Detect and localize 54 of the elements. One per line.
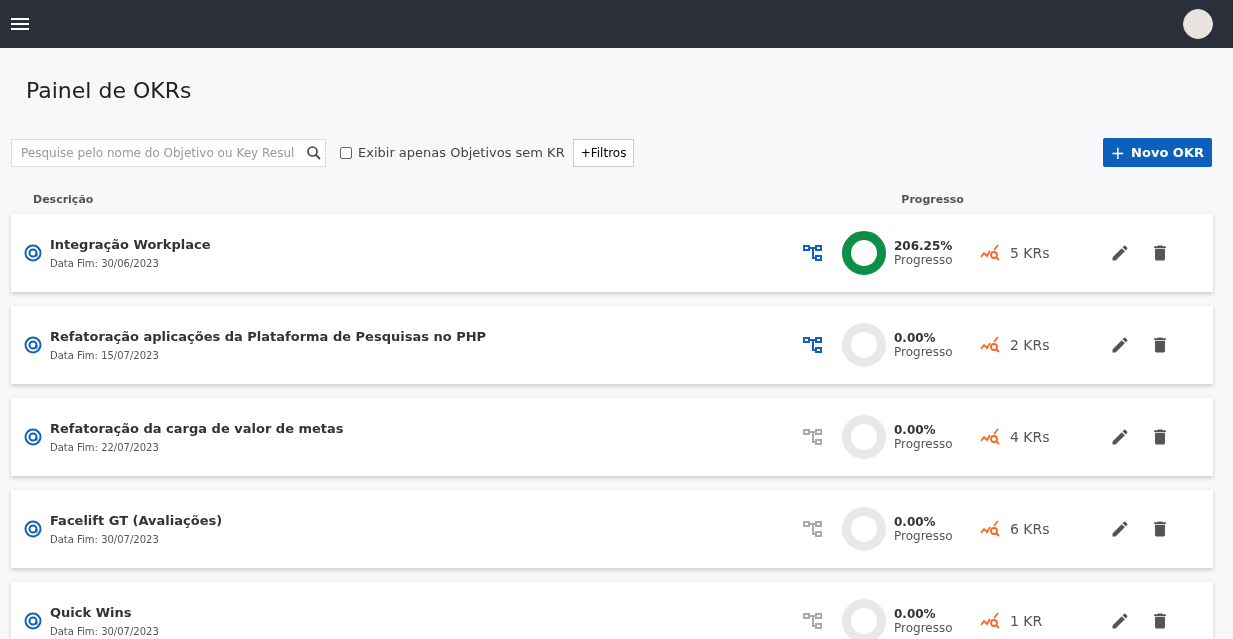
search-icon[interactable] — [305, 143, 323, 162]
hierarchy-icon[interactable] — [803, 243, 823, 263]
column-header: Progresso — [901, 193, 964, 206]
filters-button[interactable]: +Filtros — [572, 138, 635, 167]
chart-search-icon[interactable] — [980, 244, 1002, 262]
progress-label: Progresso — [894, 436, 954, 451]
kr-count[interactable]: 1 KR — [1010, 613, 1100, 629]
progress-label: Progresso — [894, 252, 954, 267]
okr-title[interactable]: Facelift GT (Avaliações) — [50, 513, 770, 528]
progress-value: 0.00% — [894, 515, 937, 529]
progress-label: Progresso — [894, 620, 954, 635]
target-icon — [24, 244, 42, 262]
end-date: Data Fim: 30/07/2023 — [50, 534, 160, 545]
kr-count[interactable]: 4 KRs — [1010, 429, 1100, 445]
edit-icon[interactable] — [1110, 243, 1130, 263]
checkbox[interactable] — [340, 146, 352, 159]
okr-title[interactable]: Integração Workplace — [50, 237, 770, 252]
new-okr-button[interactable]: + Novo OKR — [1102, 138, 1212, 167]
chart-search-icon[interactable] — [980, 612, 1002, 630]
edit-icon[interactable] — [1110, 335, 1130, 355]
page-title: Painel de OKRs — [25, 77, 193, 105]
edit-icon[interactable] — [1110, 519, 1130, 539]
end-date: Data Fim: 30/06/2023 — [50, 258, 160, 269]
kr-count[interactable]: 6 KRs — [1010, 521, 1100, 537]
target-icon — [24, 520, 42, 538]
okr-title[interactable]: Refatoração aplicações da Plataforma de Pesquisas no PHP — [50, 329, 770, 344]
edit-icon[interactable] — [1110, 611, 1130, 631]
target-icon — [24, 336, 42, 354]
chart-search-icon[interactable] — [980, 520, 1002, 538]
hierarchy-icon[interactable] — [803, 335, 823, 355]
chart-search-icon[interactable] — [980, 428, 1002, 446]
kr-count[interactable]: 2 KRs — [1010, 337, 1100, 353]
end-date: Data Fim: 22/07/2023 — [50, 442, 160, 453]
progress-value: 0.00% — [894, 607, 937, 621]
end-date: Data Fim: 15/07/2023 — [50, 350, 160, 361]
end-date: Data Fim: 30/07/2023 — [50, 626, 160, 637]
search-field[interactable]: Pesquise pelo nome do Objetivo ou Key Resul — [11, 138, 326, 167]
checkbox-label: Exibir apenas Objetivos sem KR — [358, 145, 565, 160]
target-icon — [24, 428, 42, 446]
column-header: Descrição — [33, 193, 94, 206]
menu-icon[interactable] — [11, 17, 29, 31]
avatar[interactable] — [1183, 9, 1213, 39]
okr-title[interactable]: Refatoração da carga de valor de metas — [50, 421, 770, 436]
okr-title[interactable]: Quick Wins — [50, 605, 770, 620]
progress-value: 206.25% — [894, 239, 954, 253]
progress-label: Progresso — [894, 344, 954, 359]
target-icon — [24, 612, 42, 630]
progress-value: 0.00% — [894, 423, 937, 437]
edit-icon[interactable] — [1110, 427, 1130, 447]
progress-value: 0.00% — [894, 331, 937, 345]
progress-label: Progresso — [894, 528, 954, 543]
progress-donut — [841, 230, 887, 276]
chart-search-icon[interactable] — [980, 336, 1002, 354]
kr-count[interactable]: 5 KRs — [1010, 245, 1100, 261]
